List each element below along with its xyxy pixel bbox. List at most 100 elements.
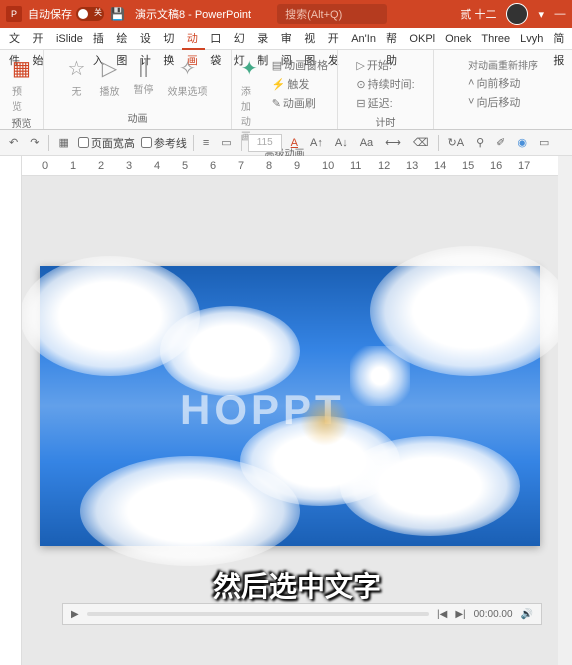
clock-icon: ⊙ xyxy=(356,78,365,91)
delay-timing[interactable]: ⊟延迟: xyxy=(354,94,394,112)
move-backward-button[interactable]: ˅向后移动 xyxy=(466,93,522,111)
color-wheel-icon[interactable]: ◉ xyxy=(514,136,530,149)
replace-icon[interactable]: ↻A xyxy=(445,136,468,149)
toggle-switch[interactable] xyxy=(76,7,104,21)
tab-文件[interactable]: 文件 xyxy=(4,28,27,50)
tab-An'In[interactable]: An'In xyxy=(346,28,381,50)
down-icon: ˅ xyxy=(468,96,474,108)
preview-icon: ▦ xyxy=(12,56,31,81)
volume-icon[interactable]: 🔊 xyxy=(521,609,533,620)
eyedropper-icon[interactable]: ✐ xyxy=(493,136,508,149)
document-name: 演示文稿8 - PowerPoint xyxy=(135,6,251,22)
ribbon-options-icon[interactable]: ▾ xyxy=(538,8,544,21)
cursor-highlight xyxy=(300,396,350,446)
video-caption: 然后选中文字 xyxy=(213,565,381,605)
tab-iSlide[interactable]: iSlide xyxy=(51,28,88,50)
effect-options[interactable]: ✧效果选项 xyxy=(161,54,213,100)
tab-简报[interactable]: 简报 xyxy=(548,28,571,50)
duration-timing[interactable]: ⊙持续时间: xyxy=(354,75,416,93)
tab-开发[interactable]: 开发 xyxy=(323,28,346,50)
search-input[interactable]: 搜索(Alt+Q) xyxy=(277,4,387,24)
tab-切换[interactable]: 切换 xyxy=(158,28,181,50)
tab-Lvyh[interactable]: Lvyh xyxy=(515,28,548,50)
titlebar: P 自动保存 💾 演示文稿8 - PowerPoint 搜索(Alt+Q) 贰 … xyxy=(0,0,572,28)
tab-口袋[interactable]: 口袋 xyxy=(205,28,228,50)
animation-brush-button[interactable]: ✎动画刷 xyxy=(270,94,318,112)
avatar[interactable] xyxy=(506,3,528,25)
redo-icon[interactable]: ↷ xyxy=(27,136,42,149)
clear-format-icon[interactable]: ⌫ xyxy=(410,136,432,149)
grid-icon[interactable]: ▦ xyxy=(55,136,71,149)
move-forward-button[interactable]: ˄向前移动 xyxy=(466,74,522,92)
tab-Onek[interactable]: Onek xyxy=(440,28,476,50)
tab-录制[interactable]: 录制 xyxy=(252,28,275,50)
align-icon[interactable]: ≡ xyxy=(200,137,212,149)
font-smaller-icon[interactable]: A↓ xyxy=(332,137,351,149)
delay-icon: ⊟ xyxy=(356,97,365,110)
prev-button[interactable]: |◀ xyxy=(437,609,447,620)
group-label: 预览 xyxy=(12,115,32,130)
add-animation[interactable]: ✦添加动画 xyxy=(235,54,264,145)
tab-视图[interactable]: 视图 xyxy=(299,28,322,50)
tab-OKPl[interactable]: OKPl xyxy=(404,28,440,50)
play-small-icon: ▷ xyxy=(356,59,364,72)
tab-审阅[interactable]: 审阅 xyxy=(276,28,299,50)
autosave-toggle[interactable]: 自动保存 xyxy=(28,6,104,22)
group-label: 动画 xyxy=(128,110,148,125)
font-bigger-icon[interactable]: A↑ xyxy=(307,137,326,149)
play-icon: ▷ xyxy=(102,56,117,81)
trigger-icon: ⚡ xyxy=(272,78,286,91)
spacing-icon[interactable]: ⟷ xyxy=(382,136,404,149)
add-anim-icon: ✦ xyxy=(241,56,258,81)
font-color-icon[interactable]: A xyxy=(288,137,301,149)
tab-Three[interactable]: Three xyxy=(476,28,515,50)
minimize-icon[interactable]: — xyxy=(554,8,566,20)
media-track[interactable] xyxy=(87,612,429,616)
layers-icon[interactable]: ▭ xyxy=(218,136,234,149)
ribbon: ▦ 预览 预览 ☆无 ▷播放 ||暂停 ✧效果选项 动画 ✦添加动画 ▤动画窗格… xyxy=(0,50,572,130)
brush-icon: ✎ xyxy=(272,97,281,110)
preview-button[interactable]: ▦ 预览 xyxy=(6,54,37,115)
horizontal-ruler: 01234567891011121314151617 xyxy=(22,156,572,176)
group-label: 计时 xyxy=(376,114,396,129)
autosave-label: 自动保存 xyxy=(28,6,72,22)
tab-动画[interactable]: 动画 xyxy=(182,28,205,50)
media-playbar: ▶ |◀ ▶| 00:00.00 🔊 xyxy=(62,603,542,625)
tab-设计[interactable]: 设计 xyxy=(135,28,158,50)
case-icon[interactable]: Aa xyxy=(357,137,376,149)
app-icon: P xyxy=(6,6,22,22)
font-size-input[interactable] xyxy=(248,134,282,152)
tab-插入[interactable]: 插入 xyxy=(88,28,111,50)
guides-checkbox[interactable]: 参考线 xyxy=(141,135,187,151)
animation-pane-button[interactable]: ▤动画窗格 xyxy=(270,56,330,74)
tab-幻灯[interactable]: 幻灯 xyxy=(229,28,252,50)
pause-icon: || xyxy=(138,56,148,79)
anim-pause[interactable]: ||暂停 xyxy=(127,54,159,100)
trigger-button[interactable]: ⚡触发 xyxy=(270,75,312,93)
slide-canvas[interactable]: HOPPT ▶ |◀ ▶| 00:00.00 🔊 然后选中文字 xyxy=(22,176,572,665)
page-width-checkbox[interactable]: 页面宽高 xyxy=(78,135,135,151)
link-icon[interactable]: ⚲ xyxy=(473,136,487,149)
anim-none[interactable]: ☆无 xyxy=(62,54,92,100)
sun-graphic xyxy=(350,346,410,406)
start-timing[interactable]: ▷开始: xyxy=(354,56,394,74)
tab-绘图[interactable]: 绘图 xyxy=(111,28,134,50)
undo-icon[interactable]: ↶ xyxy=(6,136,21,149)
next-button[interactable]: ▶| xyxy=(455,609,465,620)
ribbon-tabs: 文件开始iSlide插入绘图设计切换动画口袋幻灯录制审阅视图开发An'In帮助O… xyxy=(0,28,572,50)
settings-icon[interactable]: ▭ xyxy=(536,136,552,149)
anim-play[interactable]: ▷播放 xyxy=(93,54,125,100)
tab-开始[interactable]: 开始 xyxy=(27,28,50,50)
vertical-ruler xyxy=(0,156,22,665)
media-time: 00:00.00 xyxy=(474,609,513,620)
play-button[interactable]: ▶ xyxy=(71,609,79,620)
reorder-label: 对动画重新排序 xyxy=(466,56,540,73)
username: 贰 十二 xyxy=(460,6,496,22)
vertical-scrollbar[interactable] xyxy=(558,156,572,665)
slide[interactable]: HOPPT xyxy=(40,266,540,546)
star-icon: ☆ xyxy=(68,56,86,81)
pane-icon: ▤ xyxy=(272,59,282,72)
effect-icon: ✧ xyxy=(179,56,196,81)
save-icon[interactable]: 💾 xyxy=(110,7,125,21)
tab-帮助[interactable]: 帮助 xyxy=(381,28,404,50)
